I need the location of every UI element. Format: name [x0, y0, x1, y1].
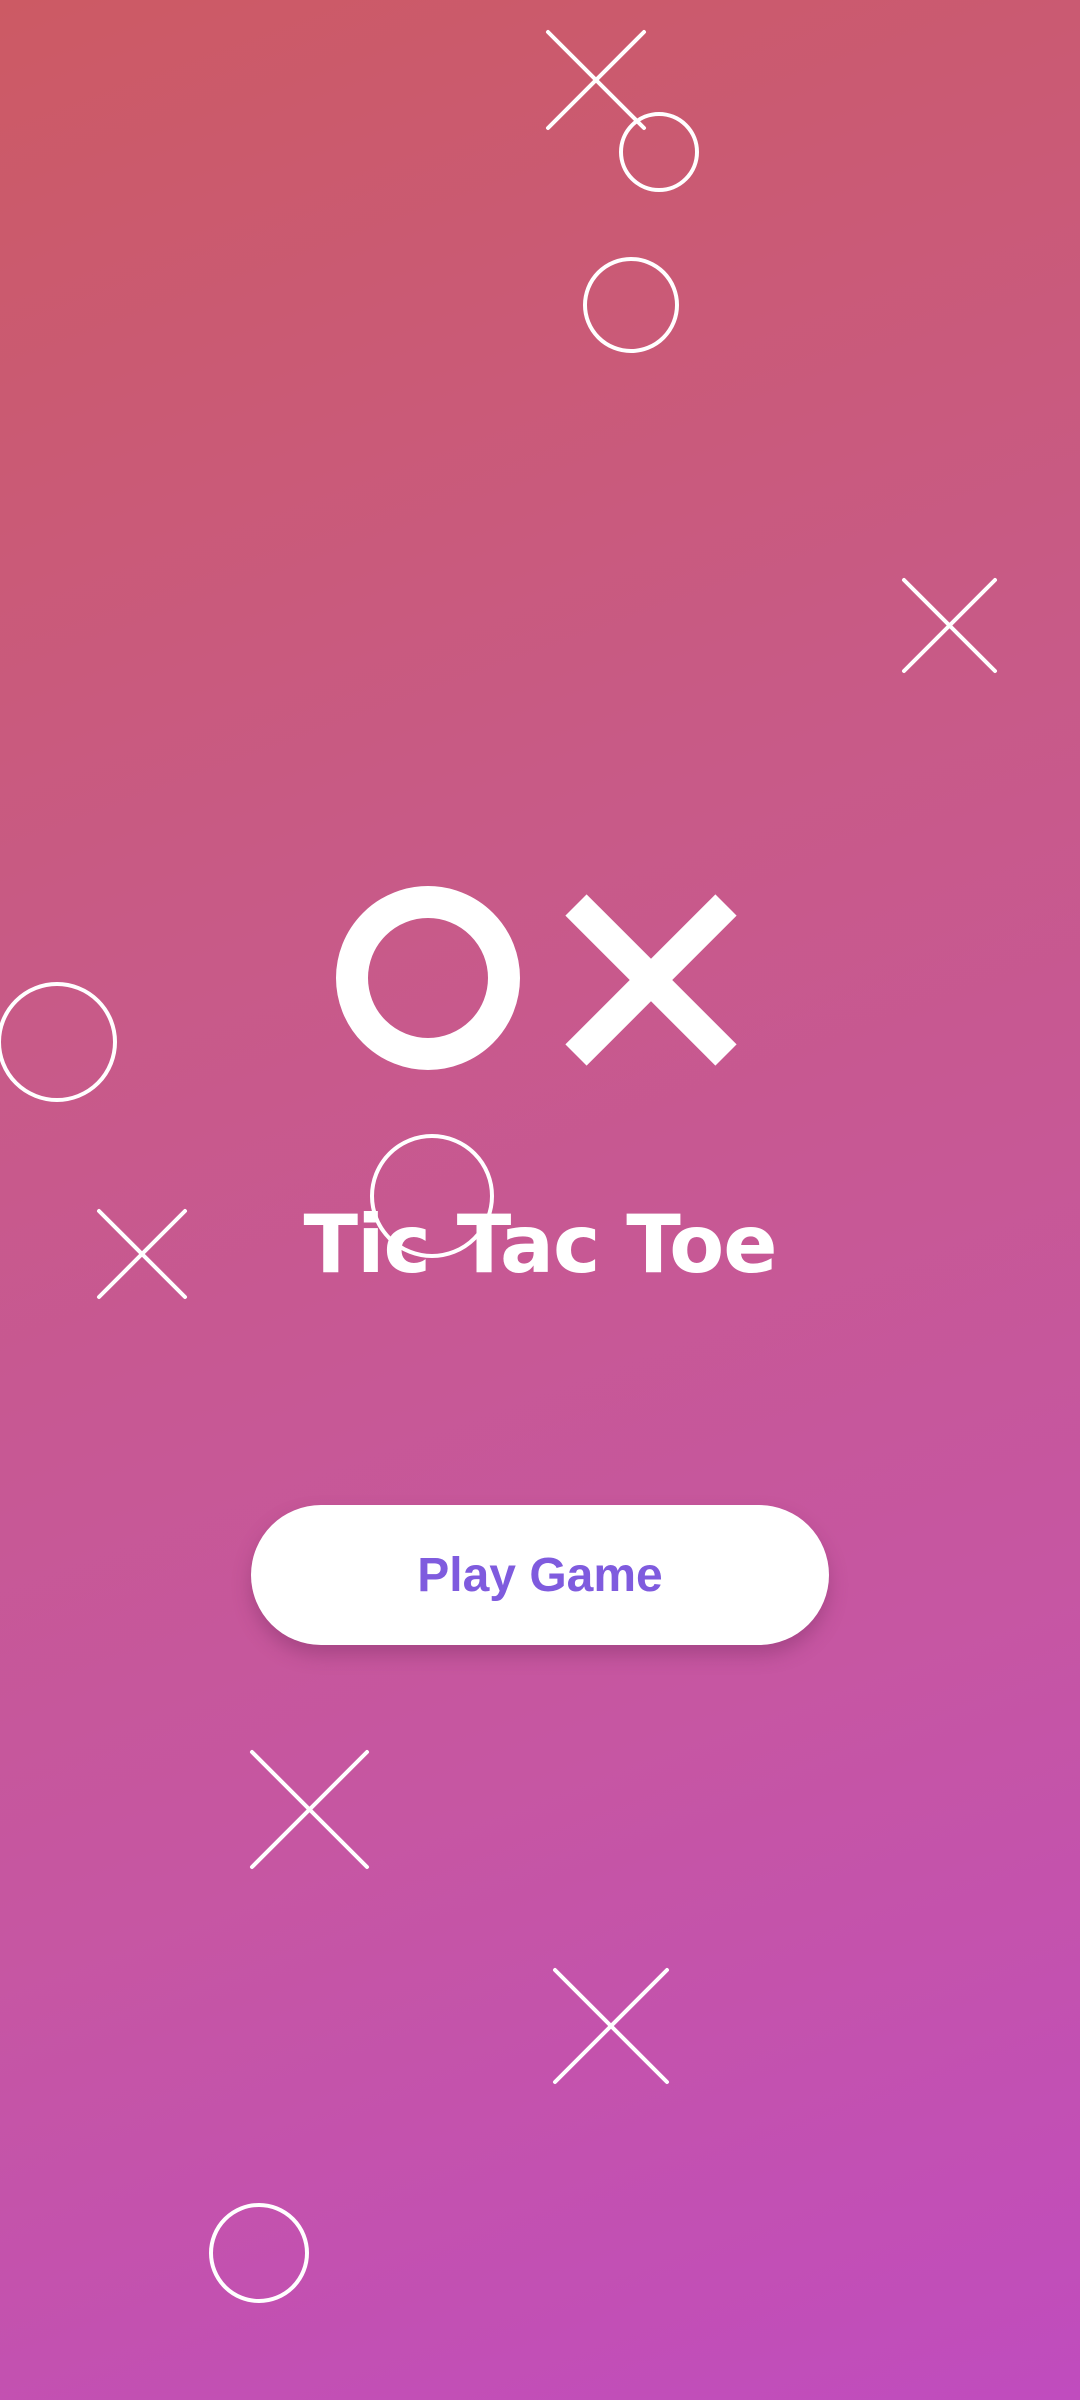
decor-cross-icon	[250, 1750, 369, 1869]
logo-cross-x-icon	[565, 894, 737, 1066]
decor-cross-icon	[902, 578, 997, 673]
logo-circle-o-icon	[336, 886, 520, 1070]
decor-cross-icon	[553, 1968, 669, 2084]
game-title: Tic Tac Toe	[303, 1198, 778, 1291]
play-game-button[interactable]: Play Game	[251, 1505, 829, 1645]
game-menu-screen: Tic Tac Toe Play Game	[0, 0, 1080, 2400]
game-logo	[336, 886, 737, 1070]
decor-circle-icon	[619, 112, 699, 192]
decor-circle-icon	[209, 2203, 309, 2303]
decor-circle-icon	[583, 257, 679, 353]
decor-cross-icon	[546, 30, 646, 130]
decor-circle-icon	[0, 982, 117, 1102]
